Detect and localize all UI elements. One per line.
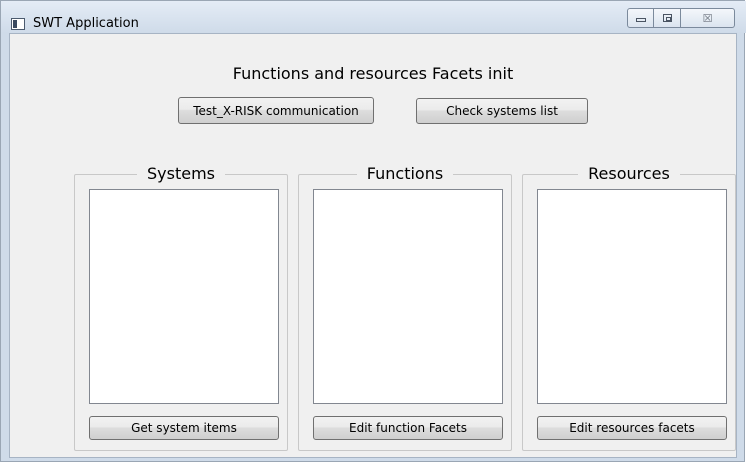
window-title: SWT Application	[33, 16, 139, 31]
test-xrisk-communication-button[interactable]: Test_X-RISK communication	[178, 97, 374, 124]
maximize-button[interactable]	[654, 8, 681, 28]
functions-panel-title: Functions	[356, 164, 454, 183]
maximize-icon	[662, 14, 672, 22]
get-system-items-button[interactable]: Get system items	[89, 416, 279, 440]
functions-panel: Functions Edit function Facets	[298, 164, 512, 451]
resources-panel-title: Resources	[578, 164, 680, 183]
edit-resources-facets-button[interactable]: Edit resources facets	[537, 416, 727, 440]
systems-panel-title: Systems	[137, 164, 225, 183]
title-bar[interactable]: SWT Application ☒	[1, 1, 746, 33]
resources-panel: Resources Edit resources facets	[522, 164, 736, 451]
check-systems-list-button[interactable]: Check systems list	[416, 98, 588, 124]
functions-list[interactable]	[313, 189, 503, 404]
application-icon[interactable]	[11, 18, 25, 30]
systems-panel: Systems Get system items	[74, 164, 288, 451]
resources-list[interactable]	[537, 189, 727, 404]
caption-buttons: ☒	[627, 8, 735, 28]
application-window: SWT Application ☒ Functions and resource…	[0, 0, 746, 462]
edit-function-facets-button[interactable]: Edit function Facets	[313, 416, 503, 440]
close-icon: ☒	[702, 11, 713, 25]
minimize-icon	[635, 18, 646, 22]
systems-list[interactable]	[89, 189, 279, 404]
close-button[interactable]: ☒	[681, 8, 735, 28]
minimize-button[interactable]	[627, 8, 654, 28]
page-title: Functions and resources Facets init	[232, 64, 514, 83]
client-area: Functions and resources Facets init Test…	[9, 33, 737, 458]
